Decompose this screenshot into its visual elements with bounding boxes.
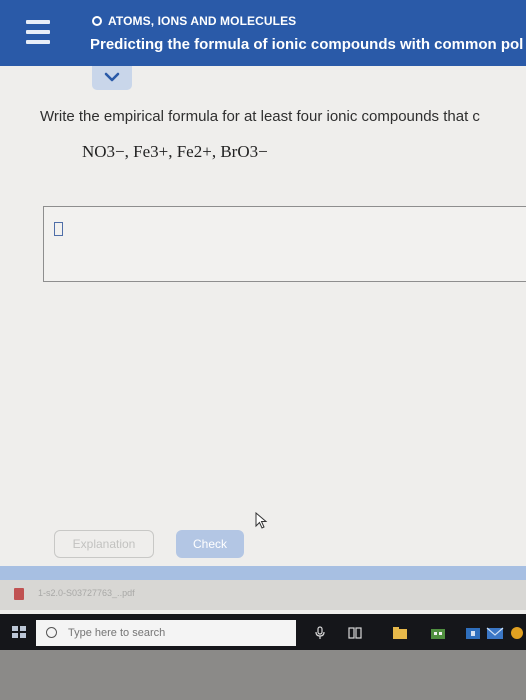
check-button[interactable]: Check <box>176 530 244 558</box>
taskbar <box>0 614 526 650</box>
download-bar: 1-s2.0-S03727763_..pdf <box>0 580 526 610</box>
taskbar-search-input[interactable] <box>36 620 296 646</box>
topic-label: ATOMS, IONS AND MOLECULES <box>108 14 297 28</box>
task-view-icon[interactable] <box>348 626 362 640</box>
file-explorer-icon[interactable] <box>392 626 408 640</box>
browser-screen: ATOMS, IONS AND MOLECULES Predicting the… <box>0 0 526 650</box>
text-cursor-icon <box>54 222 63 236</box>
microphone-icon[interactable] <box>314 626 326 640</box>
pdf-icon <box>14 588 24 600</box>
download-filename[interactable]: 1-s2.0-S03727763_..pdf <box>38 588 135 598</box>
app-icon[interactable] <box>510 626 524 640</box>
mail-icon[interactable] <box>486 626 504 640</box>
windows-start-icon[interactable] <box>12 626 26 638</box>
question-prompt: Write the empirical formula for at least… <box>40 108 480 125</box>
search-icon <box>46 627 57 638</box>
status-strip <box>0 566 526 580</box>
collapse-tab[interactable] <box>92 66 132 90</box>
mouse-pointer-icon <box>255 512 268 529</box>
chevron-down-icon <box>104 72 120 82</box>
store-icon[interactable] <box>430 626 446 640</box>
topic-row: ATOMS, IONS AND MOLECULES <box>92 14 296 28</box>
lock-app-icon[interactable] <box>465 626 481 640</box>
menu-icon[interactable] <box>26 20 50 44</box>
page-title: Predicting the formula of ionic compound… <box>90 36 524 53</box>
ion-list: NO3−, Fe3+, Fe2+, BrO3− <box>82 142 268 161</box>
explanation-button[interactable]: Explanation <box>54 530 154 558</box>
topic-circle-icon <box>92 16 102 26</box>
header-bar: ATOMS, IONS AND MOLECULES Predicting the… <box>0 0 526 66</box>
answer-input[interactable] <box>43 206 526 282</box>
